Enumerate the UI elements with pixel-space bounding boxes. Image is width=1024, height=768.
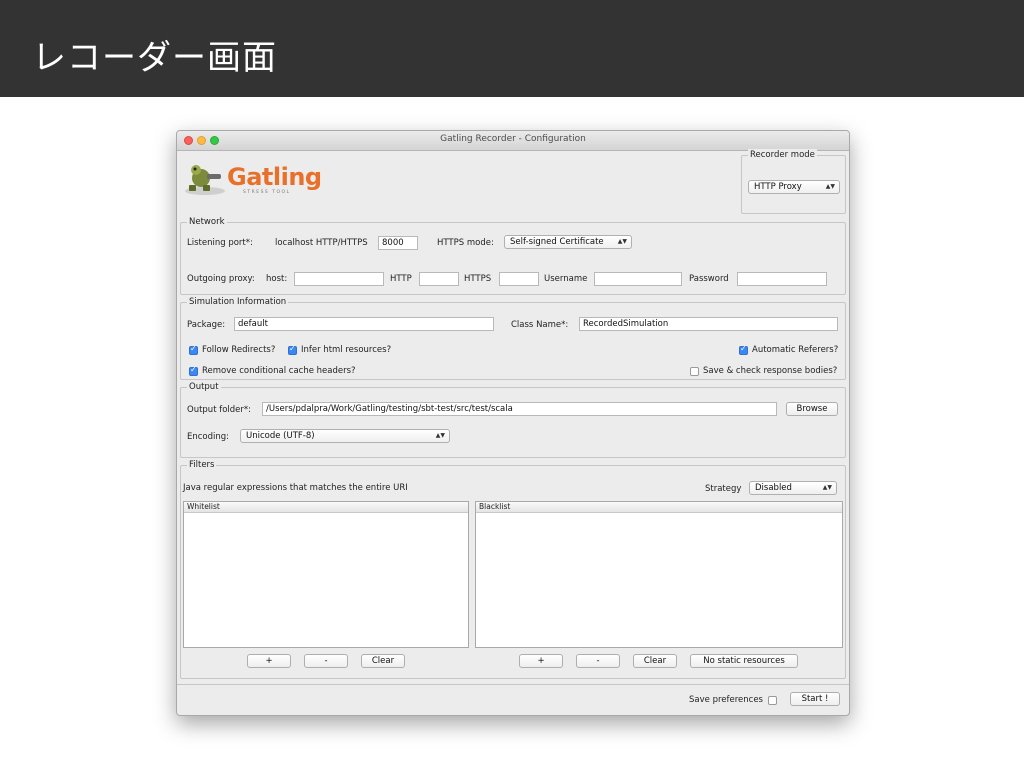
- logo-tagline: STRESS TOOL: [243, 190, 291, 195]
- blacklist-table[interactable]: Blacklist: [475, 501, 843, 648]
- automatic-referers-checkbox[interactable]: [739, 344, 748, 355]
- https-mode-value: Self-signed Certificate: [510, 237, 604, 247]
- whitelist-clear-button[interactable]: Clear: [361, 654, 405, 668]
- filters-description: Java regular expressions that matches th…: [183, 483, 408, 493]
- class-name-input[interactable]: RecordedSimulation: [579, 317, 838, 331]
- blacklist-add-button[interactable]: +: [519, 654, 563, 668]
- localhost-label: localhost HTTP/HTTPS: [275, 238, 368, 248]
- select-arrows-icon: ▲▼: [435, 432, 445, 439]
- whitelist-remove-button[interactable]: -: [304, 654, 348, 668]
- follow-redirects-checkbox[interactable]: [189, 344, 198, 355]
- follow-redirects-label: Follow Redirects?: [202, 345, 276, 355]
- footer-divider: [177, 684, 849, 685]
- remove-cache-headers-checkbox[interactable]: [189, 365, 198, 376]
- no-static-resources-button[interactable]: No static resources: [690, 654, 798, 668]
- network-legend: Network: [187, 216, 227, 228]
- port-input[interactable]: 8000: [378, 236, 418, 250]
- strategy-select[interactable]: Disabled ▲▼: [749, 481, 837, 495]
- proxy-http-port-input[interactable]: [419, 272, 459, 286]
- proxy-password-input[interactable]: [737, 272, 827, 286]
- simulation-group: Simulation Information Package: default …: [180, 296, 846, 380]
- recorder-mode-group: Recorder mode HTTP Proxy ▲▼: [741, 149, 846, 214]
- window-title: Gatling Recorder - Configuration: [440, 134, 586, 144]
- proxy-username-input[interactable]: [594, 272, 682, 286]
- username-label: Username: [544, 274, 588, 284]
- start-button[interactable]: Start !: [790, 692, 840, 706]
- listening-port-label: Listening port*:: [187, 238, 253, 248]
- host-label: host:: [266, 274, 288, 284]
- package-label: Package:: [187, 320, 226, 330]
- https-mode-label: HTTPS mode:: [437, 238, 494, 248]
- http-label: HTTP: [390, 274, 412, 284]
- infer-html-checkbox[interactable]: [288, 344, 297, 355]
- remove-cache-headers-label: Remove conditional cache headers?: [202, 366, 356, 376]
- infer-html-label: Infer html resources?: [301, 345, 392, 355]
- simulation-legend: Simulation Information: [187, 296, 289, 308]
- slide-title: レコーダー画面: [32, 38, 277, 78]
- whitelist-table[interactable]: Whitelist: [183, 501, 469, 648]
- blacklist-header: Blacklist: [476, 502, 842, 513]
- blacklist-remove-button[interactable]: -: [576, 654, 620, 668]
- https-mode-select[interactable]: Self-signed Certificate ▲▼: [504, 235, 632, 249]
- gatling-logo: Gatling STRESS TOOL: [183, 161, 327, 197]
- encoding-value: Unicode (UTF-8): [246, 431, 315, 441]
- save-check-bodies-label: Save & check response bodies?: [703, 366, 838, 376]
- recorder-window: Gatling Recorder - Configuration Gatling…: [176, 130, 850, 716]
- browse-button[interactable]: Browse: [786, 402, 838, 416]
- slide-header: レコーダー画面: [0, 0, 1024, 97]
- window-titlebar: Gatling Recorder - Configuration: [177, 131, 849, 151]
- logo-brand: Gatling: [227, 163, 322, 191]
- output-folder-label: Output folder*:: [187, 405, 252, 415]
- filters-legend: Filters: [187, 459, 217, 471]
- whitelist-add-button[interactable]: +: [247, 654, 291, 668]
- automatic-referers-label: Automatic Referers?: [752, 345, 839, 355]
- save-preferences-label: Save preferences: [689, 695, 763, 705]
- save-check-bodies-checkbox[interactable]: [690, 367, 699, 376]
- encoding-select[interactable]: Unicode (UTF-8) ▲▼: [240, 429, 450, 443]
- whitelist-header: Whitelist: [184, 502, 468, 513]
- select-arrows-icon: ▲▼: [822, 484, 832, 491]
- class-name-label: Class Name*:: [511, 320, 569, 330]
- output-legend: Output: [187, 381, 221, 393]
- proxy-host-input[interactable]: [294, 272, 384, 286]
- encoding-label: Encoding:: [187, 432, 230, 442]
- filters-group: Filters Java regular expressions that ma…: [180, 459, 846, 679]
- recorder-mode-value: HTTP Proxy: [754, 182, 802, 192]
- proxy-https-port-input[interactable]: [499, 272, 539, 286]
- password-label: Password: [689, 274, 729, 284]
- blacklist-clear-button[interactable]: Clear: [633, 654, 677, 668]
- select-arrows-icon: ▲▼: [617, 238, 627, 245]
- https-label: HTTPS: [464, 274, 492, 284]
- select-arrows-icon: ▲▼: [825, 183, 835, 190]
- recorder-mode-select[interactable]: HTTP Proxy ▲▼: [748, 180, 840, 194]
- save-preferences-checkbox[interactable]: [768, 696, 777, 705]
- network-group: Network Listening port*: localhost HTTP/…: [180, 216, 846, 295]
- output-folder-input[interactable]: /Users/pdalpra/Work/Gatling/testing/sbt-…: [262, 402, 777, 416]
- package-input[interactable]: default: [234, 317, 494, 331]
- output-group: Output Output folder*: /Users/pdalpra/Wo…: [180, 381, 846, 458]
- strategy-value: Disabled: [755, 483, 792, 493]
- strategy-label: Strategy: [705, 484, 742, 494]
- outgoing-proxy-label: Outgoing proxy:: [187, 274, 255, 284]
- recorder-mode-legend: Recorder mode: [748, 149, 817, 161]
